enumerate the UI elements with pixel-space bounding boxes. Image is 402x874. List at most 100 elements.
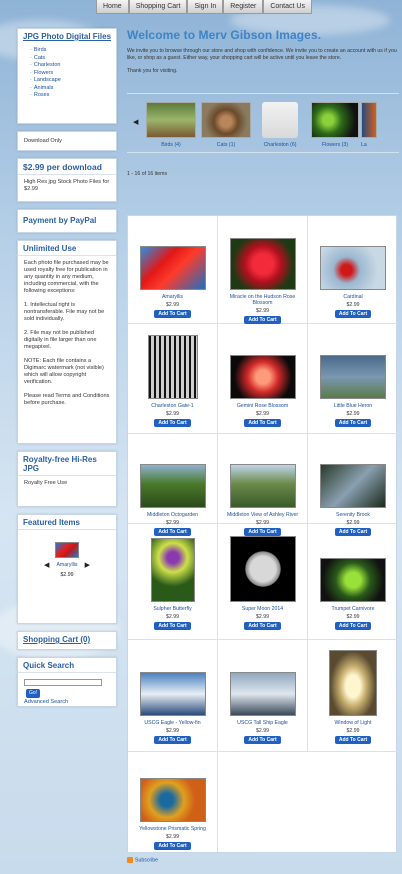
- category-roses[interactable]: Roses: [30, 92, 110, 100]
- product-cell: Window of Light $2.99 Add To Cart: [308, 640, 398, 752]
- featured-name[interactable]: Amaryllis: [18, 562, 116, 568]
- add-to-cart-button[interactable]: Add To Cart: [334, 310, 372, 318]
- add-to-cart-button[interactable]: Add To Cart: [154, 419, 191, 427]
- add-to-cart-button[interactable]: Add To Cart: [154, 842, 191, 850]
- featured-price: $2.99: [60, 572, 74, 578]
- category-charleston[interactable]: Charleston: [30, 62, 110, 70]
- product-thumbnail[interactable]: [139, 672, 206, 716]
- add-to-cart-button[interactable]: Add To Cart: [244, 419, 281, 427]
- add-to-cart-button[interactable]: Add To Cart: [244, 736, 281, 744]
- prev-arrow-icon[interactable]: ◀: [44, 561, 49, 569]
- terms-note: Please read Terms and Conditions before …: [24, 393, 110, 406]
- product-name[interactable]: USCG Eagle - Yellow-fin: [128, 720, 217, 726]
- nav-sign-in[interactable]: Sign In: [187, 0, 224, 14]
- product-name[interactable]: Gemini Rose Blossom: [218, 403, 307, 409]
- product-thumbnail[interactable]: [229, 355, 296, 399]
- category-landscape[interactable]: Landscape: [30, 77, 110, 85]
- cart-box: Shopping Cart (0): [17, 631, 117, 650]
- paypal-box: Payment by PayPal: [17, 209, 117, 233]
- product-thumbnail[interactable]: [229, 672, 296, 716]
- nav-contact-us[interactable]: Contact Us: [263, 0, 312, 14]
- product-name[interactable]: Window of Light: [308, 720, 398, 726]
- product-name[interactable]: Middleton View of Ashley River: [218, 512, 307, 518]
- product-name[interactable]: Sulpher Butterfly: [128, 606, 217, 612]
- product-name[interactable]: Charleston Gate-1: [128, 403, 217, 409]
- product-name[interactable]: Middleton Octogarden: [128, 512, 217, 518]
- product-thumbnail[interactable]: [329, 650, 377, 716]
- carousel-item-flowers[interactable]: Flowers (3): [308, 102, 362, 148]
- product-thumbnail[interactable]: [139, 246, 206, 290]
- add-to-cart-button[interactable]: Add To Cart: [334, 419, 372, 427]
- product-cell: Yellowstone Prismatic Spring $2.99 Add To …: [128, 752, 218, 852]
- add-to-cart-button[interactable]: Add To Cart: [334, 736, 372, 744]
- unlimited-text: Each photo file purchased may be used ro…: [24, 260, 109, 294]
- subscribe-link[interactable]: Subscribe: [127, 857, 158, 863]
- product-name[interactable]: Cardinal: [308, 294, 398, 300]
- item-count: 1 - 16 of 16 items: [127, 171, 168, 177]
- search-go-button[interactable]: Go!: [26, 689, 41, 698]
- product-thumbnail[interactable]: [320, 246, 386, 290]
- nav-shopping-cart[interactable]: Shopping Cart: [128, 0, 188, 14]
- product-thumbnail[interactable]: [229, 238, 296, 290]
- carousel-item-birds[interactable]: Birds (4): [144, 102, 198, 148]
- category-flowers[interactable]: Flowers: [30, 70, 110, 78]
- thank-you-text: Thank you for visiting.: [127, 68, 178, 74]
- next-arrow-icon[interactable]: ▶: [85, 561, 90, 569]
- product-cell: USCG Eagle - Yellow-fin $2.99 Add To Cart: [128, 640, 218, 752]
- sidebar: JPG Photo Digital Files Birds Cats Charl…: [17, 28, 117, 714]
- cart-title[interactable]: Shopping Cart (0): [18, 632, 116, 646]
- watermark-note: NOTE: Each file contains a Digimarc wate…: [24, 358, 104, 385]
- product-name[interactable]: Amaryllis: [128, 294, 217, 300]
- add-to-cart-button[interactable]: Add To Cart: [154, 736, 191, 744]
- product-price: $2.99: [166, 411, 179, 417]
- product-thumbnail[interactable]: [139, 778, 206, 822]
- product-name[interactable]: Miracle on the Hudson Rose Blossom: [218, 294, 307, 306]
- price-title: $2.99 per download: [18, 159, 116, 175]
- advanced-search-link[interactable]: Advanced Search: [24, 699, 110, 706]
- add-to-cart-button[interactable]: Add To Cart: [334, 622, 372, 630]
- product-price: $2.99: [166, 834, 179, 840]
- product-thumbnail[interactable]: [320, 464, 386, 508]
- product-thumbnail[interactable]: [229, 536, 296, 602]
- product-cell: Middleton View of Ashley River $2.99 Add T…: [218, 434, 308, 536]
- categories-title[interactable]: JPG Photo Digital Files: [18, 29, 116, 43]
- product-thumbnail[interactable]: [229, 464, 296, 508]
- category-birds[interactable]: Birds: [30, 47, 110, 55]
- add-to-cart-button[interactable]: Add To Cart: [244, 622, 281, 630]
- product-thumbnail[interactable]: [320, 355, 386, 399]
- product-name[interactable]: Little Blue Heron: [308, 403, 398, 409]
- categories-box: JPG Photo Digital Files Birds Cats Charl…: [17, 28, 117, 124]
- product-cell: Serenity Brook $2.99 Add To Cart: [308, 434, 398, 536]
- category-animals[interactable]: Animals: [30, 85, 110, 93]
- subscribe-label: Subscribe: [135, 857, 159, 864]
- search-input[interactable]: [24, 679, 102, 686]
- add-to-cart-button[interactable]: Add To Cart: [154, 310, 191, 318]
- carousel-prev-icon[interactable]: ◀: [133, 118, 138, 126]
- product-name[interactable]: Yellowstone Prismatic Spring: [128, 826, 217, 832]
- rule-2: 2. File may not be published digitally i…: [24, 330, 97, 350]
- product-cell: Little Blue Heron $2.99 Add To Cart: [308, 324, 398, 434]
- royalty-box: Royalty-free Hi-Res JPG Royalty Free Use: [17, 451, 117, 507]
- add-to-cart-button[interactable]: Add To Cart: [244, 316, 281, 324]
- product-name[interactable]: Super Moon 2014: [218, 606, 307, 612]
- search-box: Quick Search Go! Advanced Search: [17, 657, 117, 707]
- add-to-cart-button[interactable]: Add To Cart: [154, 622, 191, 630]
- carousel-item-charleston[interactable]: Charleston (6): [253, 102, 307, 148]
- royalty-title: Royalty-free Hi-Res JPG: [18, 452, 116, 476]
- carousel-item-cats[interactable]: Cats (1): [199, 102, 253, 148]
- product-name[interactable]: Trumpet Carnivore: [308, 606, 398, 612]
- product-cell: Middleton Octogarden $2.99 Add To Cart: [128, 434, 218, 536]
- product-thumbnail[interactable]: [139, 464, 206, 508]
- nav-register[interactable]: Register: [223, 0, 264, 14]
- category-cats[interactable]: Cats: [30, 55, 110, 63]
- product-thumbnail[interactable]: [147, 335, 198, 399]
- product-name[interactable]: Serenity Brook: [308, 512, 398, 518]
- product-name[interactable]: USCG Tall Ship Eagle: [218, 720, 307, 726]
- product-price: $2.99: [346, 302, 360, 308]
- product-thumbnail[interactable]: [150, 538, 195, 602]
- featured-thumb[interactable]: [55, 542, 79, 558]
- carousel-item-landscape[interactable]: La: [361, 102, 377, 148]
- search-title: Quick Search: [18, 658, 116, 673]
- product-thumbnail[interactable]: [320, 558, 386, 602]
- nav-home[interactable]: Home: [96, 0, 129, 14]
